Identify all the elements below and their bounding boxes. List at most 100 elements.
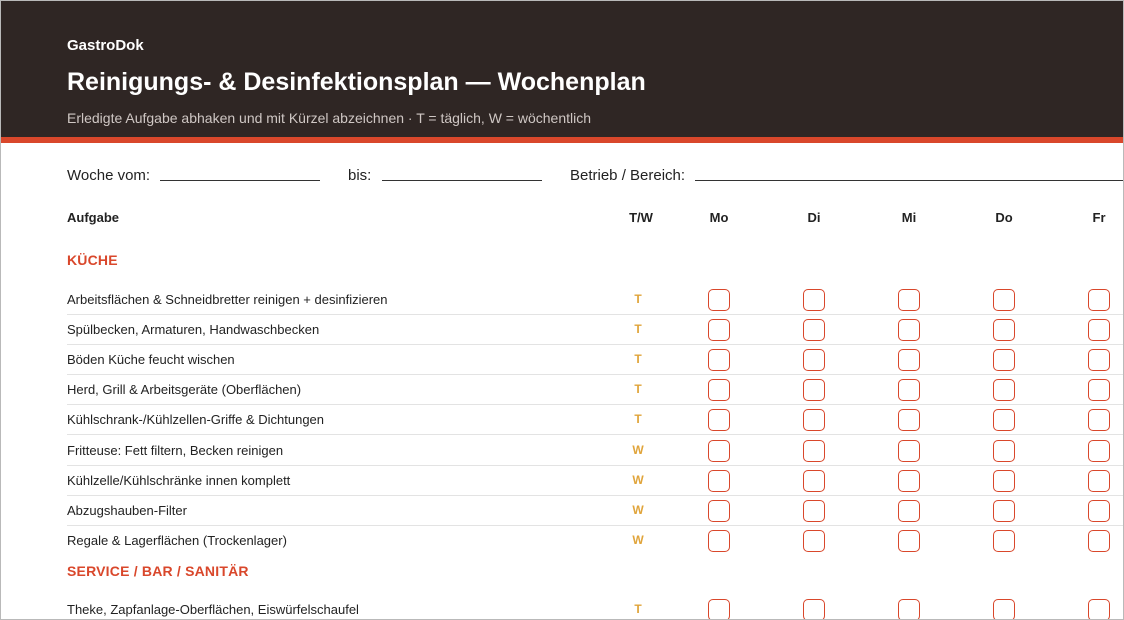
- location-field[interactable]: [695, 180, 1123, 181]
- task-label: Kühlschrank-/Kühlzellen-Griffe & Dichtun…: [67, 412, 325, 427]
- checkbox-di[interactable]: [803, 599, 825, 619]
- frequency-badge: W: [632, 503, 644, 517]
- checkbox-mi[interactable]: [898, 440, 920, 462]
- checkbox-do[interactable]: [993, 289, 1015, 311]
- checkbox-di[interactable]: [803, 470, 825, 492]
- frequency-badge: W: [632, 473, 644, 487]
- document-page: GastroDok Reinigungs- & Desinfektionspla…: [0, 0, 1124, 620]
- section-title-kueche: KÜCHE: [67, 252, 118, 268]
- table-row: Spülbecken, Armaturen, Handwaschbecken T: [67, 315, 1123, 345]
- checkbox-fr[interactable]: [1088, 349, 1110, 371]
- checkbox-mo[interactable]: [708, 319, 730, 341]
- checkbox-do[interactable]: [993, 440, 1015, 462]
- checkbox-fr[interactable]: [1088, 530, 1110, 552]
- frequency-badge: W: [632, 533, 644, 547]
- frequency-badge: W: [632, 443, 644, 457]
- task-label: Arbeitsflächen & Schneidbretter reinigen…: [67, 292, 388, 307]
- checkbox-di[interactable]: [803, 289, 825, 311]
- checkbox-mi[interactable]: [898, 530, 920, 552]
- task-label: Abzugshauben-Filter: [67, 503, 187, 518]
- week-to-label: bis:: [348, 167, 372, 184]
- checkbox-mo[interactable]: [708, 470, 730, 492]
- table-row: Böden Küche feucht wischen T: [67, 345, 1123, 375]
- checkbox-mo[interactable]: [708, 500, 730, 522]
- header-accent-bar: [1, 137, 1123, 143]
- column-header-frequency: T/W: [629, 210, 653, 225]
- checkbox-mi[interactable]: [898, 379, 920, 401]
- column-header-fr: Fr: [1092, 210, 1106, 225]
- section-title-service-bar-sanitaer: SERVICE / BAR / SANITÄR: [67, 563, 249, 579]
- checkbox-do[interactable]: [993, 349, 1015, 371]
- checkbox-mo[interactable]: [708, 440, 730, 462]
- checkbox-do[interactable]: [993, 409, 1015, 431]
- checkbox-di[interactable]: [803, 349, 825, 371]
- column-header-mi: Mi: [901, 210, 917, 225]
- task-label: Theke, Zapfanlage-Oberflächen, Eiswürfel…: [67, 602, 359, 617]
- checkbox-di[interactable]: [803, 319, 825, 341]
- column-header-di: Di: [807, 210, 821, 225]
- checkbox-mo[interactable]: [708, 530, 730, 552]
- frequency-badge: T: [634, 602, 642, 616]
- page-subtitle: Erledigte Aufgabe abhaken und mit Kürzel…: [67, 110, 592, 126]
- checkbox-mo[interactable]: [708, 349, 730, 371]
- checkbox-di[interactable]: [803, 440, 825, 462]
- frequency-badge: T: [634, 412, 642, 426]
- checkbox-mo[interactable]: [708, 379, 730, 401]
- frequency-badge: T: [634, 352, 642, 366]
- checkbox-mi[interactable]: [898, 319, 920, 341]
- checkbox-do[interactable]: [993, 599, 1015, 619]
- column-header-task: Aufgabe: [67, 210, 119, 225]
- checkbox-mo[interactable]: [708, 409, 730, 431]
- page-title: Reinigungs- & Desinfektionsplan — Wochen…: [67, 68, 646, 96]
- checkbox-fr[interactable]: [1088, 409, 1110, 431]
- column-header-mo: Mo: [709, 210, 729, 225]
- checkbox-mo[interactable]: [708, 599, 730, 619]
- table-row: Kühlschrank-/Kühlzellen-Griffe & Dichtun…: [67, 405, 1123, 435]
- checkbox-fr[interactable]: [1088, 319, 1110, 341]
- location-label: Betrieb / Bereich:: [570, 167, 686, 184]
- week-to-field[interactable]: [382, 180, 542, 181]
- table-row: Herd, Grill & Arbeitsgeräte (Oberflächen…: [67, 375, 1123, 405]
- checkbox-fr[interactable]: [1088, 599, 1110, 619]
- table-row: Abzugshauben-Filter W: [67, 496, 1123, 526]
- task-label: Spülbecken, Armaturen, Handwaschbecken: [67, 322, 320, 337]
- checkbox-fr[interactable]: [1088, 379, 1110, 401]
- table-row: Kühlzelle/Kühlschränke innen komplett W: [67, 466, 1123, 496]
- table-row: Fritteuse: Fett filtern, Becken reinigen…: [67, 436, 1123, 466]
- checkbox-do[interactable]: [993, 470, 1015, 492]
- task-label: Herd, Grill & Arbeitsgeräte (Oberflächen…: [67, 382, 302, 397]
- checkbox-di[interactable]: [803, 530, 825, 552]
- brand-name: GastroDok: [67, 37, 144, 54]
- column-header-do: Do: [995, 210, 1013, 225]
- checkbox-do[interactable]: [993, 530, 1015, 552]
- checkbox-di[interactable]: [803, 409, 825, 431]
- task-label: Regale & Lagerflächen (Trockenlager): [67, 533, 287, 548]
- frequency-badge: T: [634, 292, 642, 306]
- checkbox-di[interactable]: [803, 500, 825, 522]
- checkbox-fr[interactable]: [1088, 500, 1110, 522]
- checkbox-mi[interactable]: [898, 500, 920, 522]
- checkbox-do[interactable]: [993, 379, 1015, 401]
- checkbox-mo[interactable]: [708, 289, 730, 311]
- document-header: GastroDok Reinigungs- & Desinfektionspla…: [1, 1, 1123, 137]
- table-row: Arbeitsflächen & Schneidbretter reinigen…: [67, 285, 1123, 315]
- task-label: Böden Küche feucht wischen: [67, 352, 235, 367]
- table-row: Theke, Zapfanlage-Oberflächen, Eiswürfel…: [67, 595, 1123, 619]
- task-label: Fritteuse: Fett filtern, Becken reinigen: [67, 443, 284, 458]
- frequency-badge: T: [634, 382, 642, 396]
- checkbox-fr[interactable]: [1088, 289, 1110, 311]
- table-row: Regale & Lagerflächen (Trockenlager) W: [67, 526, 1123, 556]
- checkbox-fr[interactable]: [1088, 470, 1110, 492]
- checkbox-mi[interactable]: [898, 289, 920, 311]
- checkbox-fr[interactable]: [1088, 440, 1110, 462]
- frequency-badge: T: [634, 322, 642, 336]
- checkbox-mi[interactable]: [898, 470, 920, 492]
- checkbox-do[interactable]: [993, 500, 1015, 522]
- checkbox-do[interactable]: [993, 319, 1015, 341]
- week-from-field[interactable]: [160, 180, 320, 181]
- checkbox-di[interactable]: [803, 379, 825, 401]
- checkbox-mi[interactable]: [898, 409, 920, 431]
- checkbox-mi[interactable]: [898, 599, 920, 619]
- checkbox-mi[interactable]: [898, 349, 920, 371]
- task-label: Kühlzelle/Kühlschränke innen komplett: [67, 473, 291, 488]
